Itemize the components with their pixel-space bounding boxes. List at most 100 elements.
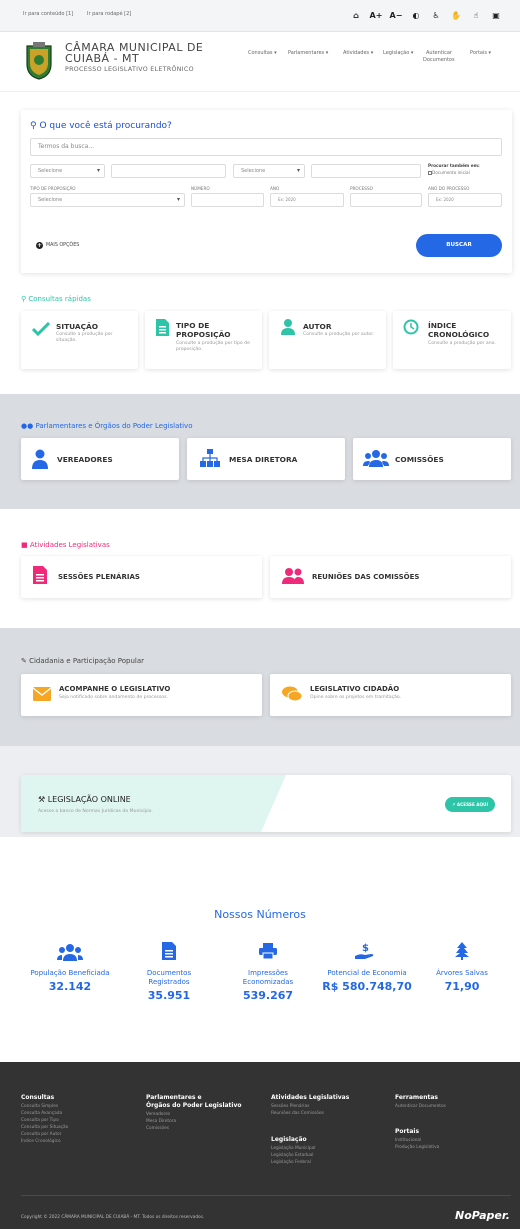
tipo-select[interactable]: Selecione (30, 193, 185, 207)
quick-card-sub: Consulte a produção por ano. (428, 341, 496, 346)
also-search-label: Procurar também em: (428, 163, 480, 168)
filter-select-2[interactable]: Selecione (233, 164, 305, 178)
ativ-section-title: ■ Atividades Legislativas (21, 541, 110, 549)
contrast-icon[interactable]: ◐ (406, 7, 426, 25)
footer-col4-title: Ferramentas (395, 1094, 438, 1101)
card-comissoes[interactable]: COMISSÕES (353, 438, 511, 480)
nav-portais[interactable]: Portais ▾ (470, 50, 491, 56)
footer-link[interactable]: Consulta por Tipo (21, 1118, 59, 1124)
tree-icon (455, 942, 469, 960)
copyright-text: Copyright © 2022 CÂMARA MUNICIPAL DE CUI… (21, 1215, 205, 1220)
sign-language-icon[interactable]: ✋ (446, 7, 466, 25)
search-button[interactable]: BUSCAR (416, 234, 502, 257)
user-tie-icon (32, 449, 48, 469)
footer-link[interactable]: Institucional (395, 1138, 421, 1144)
footer-link[interactable]: Consulta Avançada (21, 1111, 62, 1117)
quick-card-sub: Consulte a produção por autor. (303, 332, 375, 337)
doc-inicial-checkbox[interactable]: Documento inicial (428, 170, 470, 175)
envelope-icon (33, 687, 51, 701)
footer-divider (21, 1195, 511, 1196)
home-icon[interactable]: ⌂ (346, 7, 366, 25)
card-title: SESSÕES PLENÁRIAS (58, 573, 140, 581)
stat-arvores: Árvores Salvas 71,90 (436, 969, 488, 993)
footer-link[interactable]: Legislação Federal (271, 1160, 311, 1166)
stat-economia: Potencial de Economia R$ 580.748,70 (322, 969, 412, 993)
quick-card-title: ÍNDICE CRONOLÓGICO (428, 321, 490, 339)
card-sessoes-plenarias[interactable]: SESSÕES PLENÁRIAS (21, 556, 262, 598)
card-mesa-diretora[interactable]: MESA DIRETORA (187, 438, 345, 480)
footer-link[interactable]: Legislação Estadual (271, 1153, 314, 1159)
search-input[interactable]: Termos da busca... (30, 138, 502, 156)
processo-label: PROCESSO (350, 186, 373, 191)
nav-consultas[interactable]: Consultas ▾ (248, 50, 277, 56)
filter-input-1[interactable] (111, 164, 226, 178)
tipo-label: TIPO DE PROPOSIÇÃO (30, 186, 76, 191)
card-title: VEREADORES (57, 455, 113, 464)
numero-input[interactable] (191, 193, 264, 207)
acesse-aqui-button[interactable]: ↗ ACESSE AQUI (445, 797, 495, 812)
filter-select-1[interactable]: Selecione (30, 164, 105, 178)
ano-processo-input[interactable]: Ex: 2020 (428, 193, 502, 207)
quick-card-tipo[interactable]: TIPO DE PROPOSIÇÃO Consulte a produção p… (145, 311, 262, 369)
ano-label: ANO (270, 186, 280, 191)
footer-link[interactable]: Comissões (146, 1126, 169, 1132)
clock-icon (403, 319, 419, 335)
card-sub: Seja notificado sobre andamento de proce… (59, 695, 168, 700)
banner-title: ⚒ LEGISLAÇÃO ONLINE (38, 795, 131, 804)
card-sub: Opine sobre os projetos em tramitação. (310, 695, 402, 700)
footer-link[interactable]: Legislação Municipal (271, 1146, 315, 1152)
card-vereadores[interactable]: VEREADORES (21, 438, 179, 480)
footer (0, 1062, 520, 1229)
ano-processo-label: ANO DO PROCESSO (428, 186, 470, 191)
nav-atividades[interactable]: Atividades ▾ (343, 50, 373, 56)
card-legislativo-cidadao[interactable]: LEGISLATIVO CIDADÃO Opine sobre os proje… (270, 674, 511, 716)
quick-card-situacao[interactable]: SITUAÇÃO Consulte a produção por situaçã… (21, 311, 138, 369)
card-title: MESA DIRETORA (229, 455, 298, 464)
footer-col3-title: Atividades Legislativas (271, 1094, 350, 1101)
footer-link[interactable]: Produção Legislativa (395, 1145, 439, 1151)
footer-link[interactable]: Índice Cronológico (21, 1139, 61, 1145)
banner-sub: Acesse o banco de Normas Jurídicas do Mu… (38, 809, 153, 814)
nav-parlamentares[interactable]: Parlamentares ▾ (288, 50, 328, 56)
more-options-button[interactable]: + MAIS OPÇÕES (36, 242, 79, 249)
footer-link[interactable]: Mesa Diretora (146, 1119, 176, 1125)
footer-link[interactable]: Autenticar Documentos (395, 1104, 446, 1110)
users-icon (363, 450, 389, 467)
svg-text:$: $ (362, 943, 369, 954)
cid-section-title: ✎ Cidadania e Participação Popular (21, 657, 145, 665)
footer-link[interactable]: Sessões Plenárias (271, 1104, 309, 1110)
footer-link[interactable]: Consulta Simples (21, 1104, 58, 1110)
footer-link[interactable]: Vereadores (146, 1112, 170, 1118)
nav-legislacao[interactable]: Legislação ▾ (383, 50, 413, 56)
coat-of-arms-logo[interactable] (22, 40, 56, 80)
font-increase-icon[interactable]: A+ (366, 7, 386, 25)
skip-to-content-link[interactable]: Ir para conteúdo [1] (23, 11, 73, 17)
footer-link[interactable]: Consulta por Autor (21, 1132, 61, 1138)
lock-icon[interactable]: ▣ (486, 7, 506, 25)
ano-input[interactable]: Ex: 2020 (270, 193, 344, 207)
footer-col4-title2: Portais (395, 1128, 420, 1135)
footer-link[interactable]: Consulta por Situação (21, 1125, 68, 1131)
nopaper-logo[interactable]: NoPaper. (455, 1209, 510, 1222)
footer-link[interactable]: Reuniões das Comissões (271, 1111, 324, 1117)
card-reunioes-comissoes[interactable]: REUNIÕES DAS COMISSÕES (270, 556, 511, 598)
sitemap-icon (200, 449, 220, 467)
skip-to-footer-link[interactable]: Ir para rodapé [2] (87, 11, 131, 17)
comments-icon (282, 686, 302, 702)
accessibility-icon[interactable]: ♿ (426, 7, 446, 25)
quick-card-autor[interactable]: AUTOR Consulte a produção por autor. (269, 311, 386, 369)
processo-input[interactable] (350, 193, 422, 207)
font-decrease-icon[interactable]: A− (386, 7, 406, 25)
libras-icon[interactable]: ☝ (466, 7, 486, 25)
stat-populacao: População Beneficiada 32.142 (30, 969, 110, 993)
quick-card-indice[interactable]: ÍNDICE CRONOLÓGICO Consulte a produção p… (393, 311, 511, 369)
quick-card-sub: Consulte a produção por situação. (56, 332, 113, 343)
quick-card-title: AUTOR (303, 322, 332, 331)
card-acompanhe[interactable]: ACOMPANHE O LEGISLATIVO Seja notificado … (21, 674, 262, 716)
filter-input-2[interactable] (311, 164, 421, 178)
nav-autenticar[interactable]: Autenticar (426, 50, 452, 56)
documents-icon (162, 942, 176, 960)
hand-money-icon: $ (355, 943, 374, 959)
nav-documentos[interactable]: Documentos (423, 57, 455, 63)
site-title-line2: CUIABÁ - MT (65, 52, 140, 65)
